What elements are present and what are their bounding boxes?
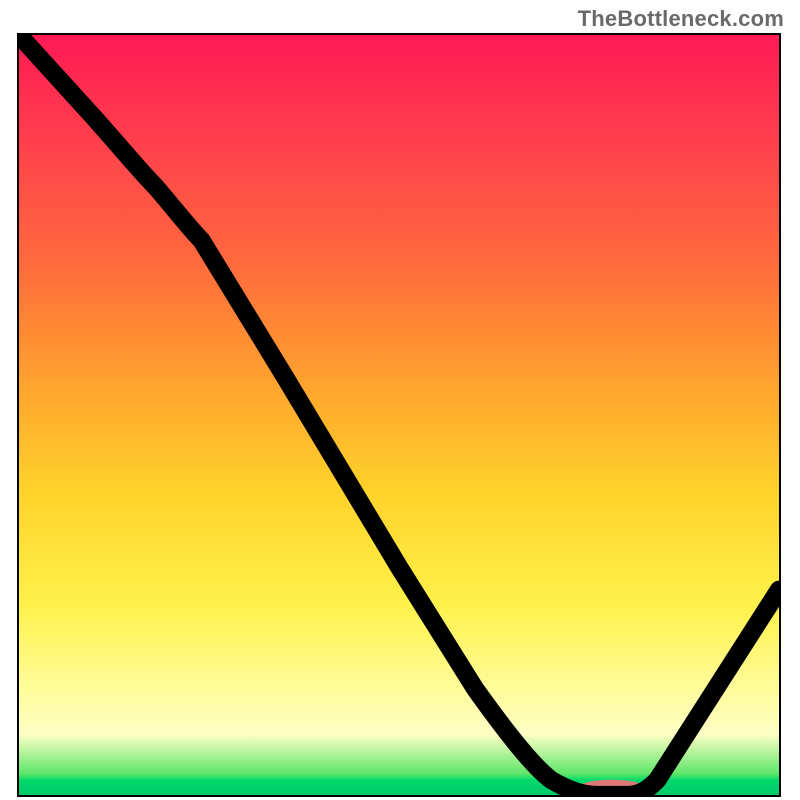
bottleneck-plot (17, 33, 781, 797)
bottleneck-curve (19, 35, 779, 795)
plot-svg (19, 35, 779, 795)
stage: TheBottleneck.com (0, 0, 800, 800)
watermark-text: TheBottleneck.com (578, 6, 784, 32)
